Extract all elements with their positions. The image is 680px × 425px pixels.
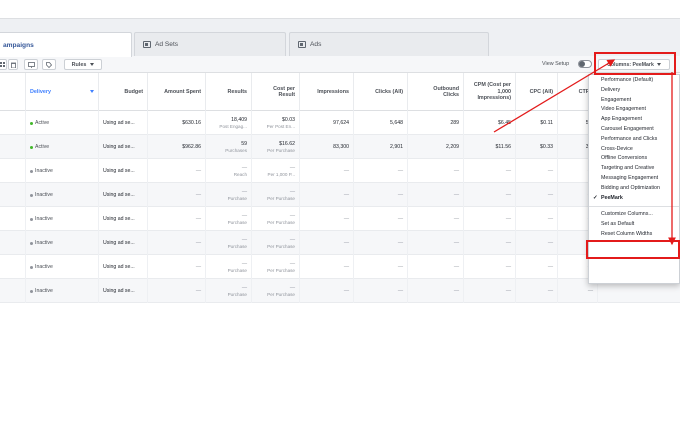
annotation-arrows: [493, 59, 676, 246]
annotation-arrow-to-columns: [493, 59, 616, 133]
